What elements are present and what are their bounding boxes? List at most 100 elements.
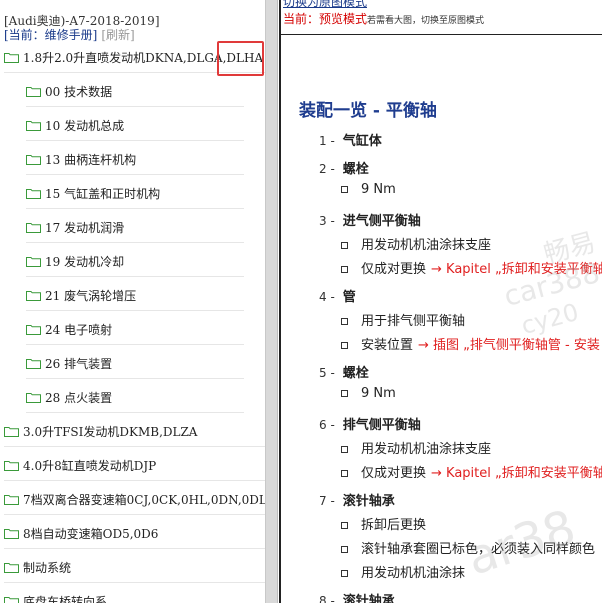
item-title: 螺栓 [342, 366, 369, 381]
bullet-icon [341, 546, 348, 553]
item-detail-text: 安装位置 [361, 338, 414, 353]
tree-node-label: 3.0升TFSI发动机DKMB,DLZA [23, 425, 198, 439]
tree-node-label: 17 发动机润滑 [45, 221, 125, 235]
assembly-item: 2 - 螺栓 [319, 158, 369, 177]
item-number: 2 - [319, 162, 335, 176]
assembly-item: 7 - 滚针轴承 [319, 490, 395, 509]
current-mode-label: [当前：维修手册] [4, 28, 98, 42]
item-detail: 拆卸后更换 [341, 514, 426, 533]
item-detail: 9 Nm [341, 386, 396, 401]
preview-mode-label: 当前：预览模式 [283, 12, 368, 26]
assembly-item: 3 - 进气侧平衡轴 [319, 210, 421, 229]
bullet-icon [341, 186, 348, 193]
item-detail: 仅成对更换 → Kapitel „拆卸和安装平衡轴 [341, 462, 602, 481]
item-title: 螺栓 [342, 162, 369, 177]
assembly-item: 4 - 管 [319, 286, 356, 305]
tree-node-label: 24 电子喷射 [45, 323, 113, 337]
item-title: 滚针轴承 [342, 594, 395, 603]
item-title: 滚针轴承 [342, 494, 395, 509]
folder-icon [26, 86, 41, 97]
tree-section[interactable]: 8档自动变速箱OD5,0D6 [4, 519, 265, 549]
tree-subsection[interactable]: 19 发动机冷却 [26, 247, 244, 277]
bullet-icon [341, 242, 348, 249]
item-detail-text: 用发动机机油涂抹支座 [361, 238, 492, 253]
tree-node-label: 15 气缸盖和正时机构 [45, 187, 161, 201]
folder-icon [4, 460, 19, 471]
tree-section[interactable]: 7档双离合器变速箱0CJ,0CK,0HL,0DN,0DL [4, 485, 265, 515]
tree-node-label: 制动系统 [23, 561, 72, 575]
page-title: 装配一览 - 平衡轴 [299, 101, 437, 121]
item-detail: 安装位置 → 插图 „排气侧平衡轴管 - 安装 [341, 334, 600, 353]
tree-section[interactable]: 底盘车桥转向系 [4, 587, 265, 603]
tree-node-label: 19 发动机冷却 [45, 255, 125, 269]
assembly-item: 5 - 螺栓 [319, 362, 369, 381]
item-title: 管 [342, 290, 356, 305]
watermark-text: ar38 [460, 499, 583, 587]
tree-node-label: 28 点火装置 [45, 391, 113, 405]
tree-subsection[interactable]: 24 电子喷射 [26, 315, 244, 345]
tree-subsection[interactable]: 00 技术数据 [26, 77, 244, 107]
tree-section[interactable]: 3.0升TFSI发动机DKMB,DLZA [4, 417, 265, 447]
preview-mode-indicator: 当前：预览模式若需看大图，切换至原图模式 [283, 10, 484, 27]
bullet-icon [341, 266, 348, 273]
tree-node-label: 13 曲柄连杆机构 [45, 153, 137, 167]
tree-subsection[interactable]: 15 气缸盖和正时机构 [26, 179, 244, 209]
tree-node-label: 00 技术数据 [45, 85, 113, 99]
tree-subsection[interactable]: 28 点火装置 [26, 383, 244, 413]
preview-mode-hint: 若需看大图，切换至原图模式 [367, 16, 485, 26]
tree-subsection[interactable]: 17 发动机润滑 [26, 213, 244, 243]
bullet-icon [341, 470, 348, 477]
tree-node-label: 21 废气涡轮增压 [45, 289, 137, 303]
item-number: 6 - [319, 418, 335, 432]
item-detail-text: 仅成对更换 [361, 466, 427, 481]
item-detail: 9 Nm [341, 182, 396, 197]
tree-subsection[interactable]: 13 曲柄连杆机构 [26, 145, 244, 175]
cross-reference-link[interactable]: → 插图 „排气侧平衡轴管 - 安装 [418, 338, 600, 353]
folder-icon [26, 188, 41, 199]
item-detail-text: 仅成对更换 [361, 262, 427, 277]
item-detail-text: 拆卸后更换 [361, 518, 427, 533]
folder-icon [26, 256, 41, 267]
folder-icon [26, 120, 41, 131]
tree-node-label: 底盘车桥转向系 [23, 595, 108, 603]
folder-icon [4, 426, 19, 437]
cross-reference-link[interactable]: → Kapitel „拆卸和安装平衡轴 [431, 466, 602, 481]
item-detail: 用发动机机油涂抹支座 [341, 234, 491, 253]
tree-node-label: 8档自动变速箱OD5,0D6 [23, 527, 159, 541]
bullet-icon [341, 342, 348, 349]
panel-splitter[interactable] [265, 0, 278, 603]
item-number: 5 - [319, 366, 335, 380]
item-number: 7 - [319, 494, 335, 508]
bullet-icon [341, 522, 348, 529]
item-detail-text: 用于排气侧平衡轴 [361, 314, 466, 329]
tree-node-label: 7档双离合器变速箱0CJ,0CK,0HL,0DN,0DL [23, 493, 265, 507]
folder-icon [4, 596, 19, 603]
switch-to-original-link[interactable]: 切换为原图模式 [283, 0, 367, 10]
item-detail: 用发动机机油涂抹支座 [341, 438, 491, 457]
assembly-item: 8 - 滚针轴承 [319, 590, 395, 603]
tree-subsection[interactable]: 10 发动机总成 [26, 111, 244, 141]
item-title: 进气侧平衡轴 [342, 214, 421, 229]
folder-icon [4, 562, 19, 573]
bullet-icon [341, 318, 348, 325]
item-detail: 用于排气侧平衡轴 [341, 310, 465, 329]
folder-icon [26, 290, 41, 301]
folder-icon [26, 222, 41, 233]
highlight-box [217, 41, 264, 76]
tree-section[interactable]: 制动系统 [4, 553, 265, 583]
tree-section[interactable]: 4.0升8缸直喷发动机DJP [4, 451, 265, 481]
bullet-icon [341, 390, 348, 397]
bullet-icon [341, 570, 348, 577]
item-title: 气缸体 [342, 134, 382, 149]
item-detail-text: 9 Nm [361, 182, 396, 197]
item-detail-text: 用发动机机油涂抹 [361, 566, 466, 581]
tree-subsection[interactable]: 21 废气涡轮增压 [26, 281, 244, 311]
item-detail: 用发动机机油涂抹 [341, 562, 465, 581]
tree-subsection[interactable]: 26 排气装置 [26, 349, 244, 379]
mode-indicator: [当前：维修手册] [刷新] [4, 26, 135, 43]
tree-node-label: 26 排气装置 [45, 357, 113, 371]
refresh-link[interactable]: [刷新] [101, 28, 134, 42]
document-content-panel: 切换为原图模式 当前：预览模式若需看大图，切换至原图模式 装配一览 - 平衡轴 … [281, 0, 602, 603]
item-detail-text: 9 Nm [361, 386, 396, 401]
assembly-item: 6 - 排气侧平衡轴 [319, 414, 421, 433]
